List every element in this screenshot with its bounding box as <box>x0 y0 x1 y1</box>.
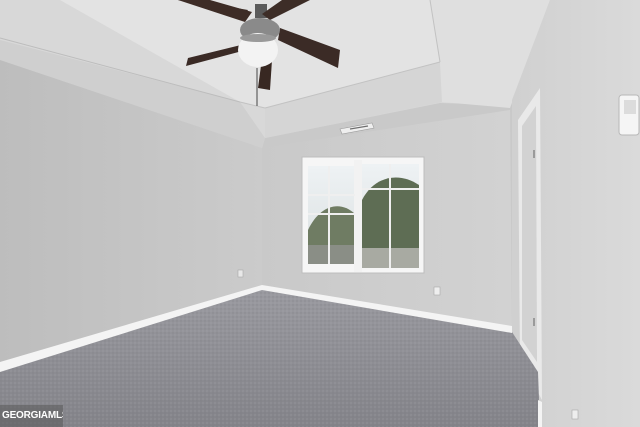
thermostat-icon <box>618 94 640 136</box>
watermark-logo: GEORGIAMLS <box>0 405 63 427</box>
outlet-icon <box>237 269 244 278</box>
outlet-icon <box>433 286 441 296</box>
window <box>301 156 425 274</box>
outlet-icon <box>571 409 579 420</box>
room-photo <box>0 0 640 427</box>
